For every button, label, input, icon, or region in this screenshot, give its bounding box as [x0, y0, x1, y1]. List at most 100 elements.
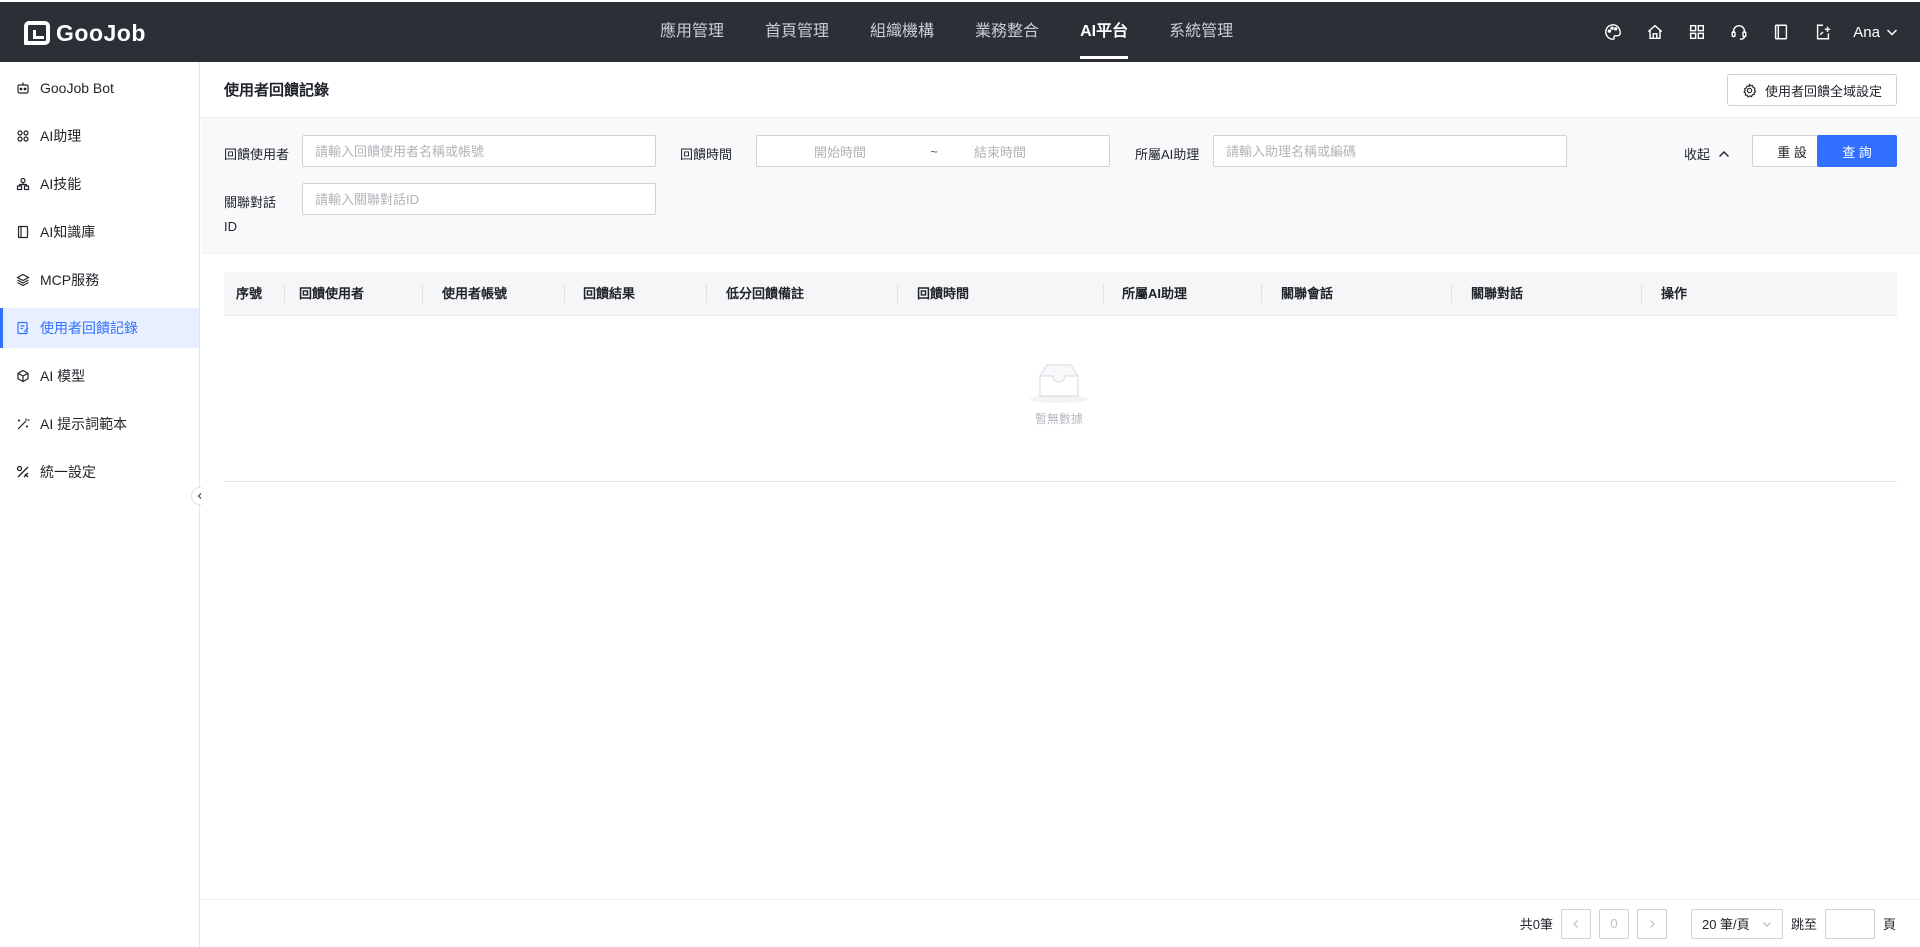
- column-divider: [1261, 285, 1262, 303]
- wand-icon: [16, 417, 30, 431]
- next-page-button[interactable]: [1636, 908, 1667, 939]
- chevron-right-icon: [1650, 919, 1655, 928]
- empty-inbox-icon: [1030, 364, 1088, 403]
- column-divider: [1641, 285, 1642, 303]
- sidebar-item-mcp-service[interactable]: MCP服務: [0, 260, 199, 300]
- global-feedback-settings-button[interactable]: 使用者回饋全域設定: [1726, 74, 1897, 106]
- grid-icon: [16, 129, 30, 143]
- brand-logo-icon: [24, 21, 50, 45]
- collapse-filter-toggle[interactable]: 收起: [1684, 144, 1730, 163]
- apps-grid-icon[interactable]: [1687, 22, 1707, 42]
- column-divider: [1103, 285, 1104, 303]
- sidebar-item-ai-assistant[interactable]: AI助理: [0, 116, 199, 156]
- chevron-down-icon: [1763, 921, 1771, 927]
- sidebar-item-label: AI 提示詞範本: [40, 416, 128, 432]
- column-header-feedback-time: 回饋時間: [917, 286, 970, 301]
- user-menu[interactable]: Ana: [1853, 24, 1898, 41]
- table-header: 序號 回饋使用者 使用者帳號 回饋結果 低分回饋備註 回饋時間 所屬AI助理 關…: [224, 272, 1897, 316]
- feedback-time-label: 回饋時間: [680, 147, 733, 162]
- current-page-number[interactable]: 0: [1598, 908, 1629, 939]
- sidebar-item-label: AI技能: [40, 176, 82, 192]
- column-divider: [284, 285, 285, 303]
- page-title: 使用者回饋記錄: [224, 82, 330, 99]
- robot-icon: [16, 81, 30, 95]
- sidebar-item-label: 統一設定: [40, 464, 96, 480]
- chevron-down-icon: [1886, 29, 1898, 36]
- nav-item-system-management[interactable]: 系統管理: [1169, 2, 1233, 62]
- sidebar-item-label: AI助理: [40, 128, 82, 144]
- main-content: 使用者回饋記錄 使用者回饋全域設定 回饋使用者 回饋時間 開始時間 ~ 結束時間…: [201, 62, 1920, 947]
- sidebar-item-label: MCP服務: [40, 272, 100, 288]
- search-button[interactable]: 查 詢: [1817, 135, 1897, 167]
- feedback-table: 序號 回饋使用者 使用者帳號 回饋結果 低分回饋備註 回饋時間 所屬AI助理 關…: [224, 272, 1897, 482]
- prev-page-button[interactable]: [1560, 908, 1591, 939]
- start-time-placeholder: 開始時間: [814, 144, 867, 160]
- empty-state-text: 暫無數據: [1034, 412, 1083, 426]
- nav-item-ai-platform[interactable]: AI平台: [1080, 2, 1129, 62]
- support-headset-icon[interactable]: [1729, 22, 1749, 42]
- book-icon[interactable]: [1771, 22, 1791, 42]
- sidebar-item-unified-settings[interactable]: 統一設定: [0, 452, 199, 492]
- column-header-index: 序號: [236, 286, 263, 301]
- sidebar-item-ai-model[interactable]: AI 模型: [0, 356, 199, 396]
- conversation-id-label: 關聯對話: [224, 195, 277, 210]
- chevron-left-icon: [1573, 919, 1578, 928]
- filter-panel: 回饋使用者 回饋時間 開始時間 ~ 結束時間 所屬AI助理 收起 重 設 查 詢…: [201, 118, 1920, 254]
- collapse-filter-label: 收起: [1683, 147, 1710, 162]
- sidebar-item-ai-knowledge-base[interactable]: AI知識庫: [0, 212, 199, 252]
- page-size-value: 20 筆/頁: [1701, 917, 1750, 932]
- nav-item-home-management[interactable]: 首頁管理: [765, 2, 829, 62]
- end-time-placeholder: 結束時間: [974, 144, 1027, 160]
- nav-item-business-integration[interactable]: 業務整合: [975, 2, 1039, 62]
- feedback-icon: [16, 321, 30, 335]
- column-header-feedback-user: 回饋使用者: [299, 286, 365, 301]
- column-divider: [564, 285, 565, 303]
- column-divider: [1451, 285, 1452, 303]
- sidebar-item-ai-prompt-templates[interactable]: AI 提示詞範本: [0, 404, 199, 444]
- page-suffix-label: 頁: [1882, 917, 1896, 932]
- page-size-select[interactable]: 20 筆/頁: [1690, 908, 1783, 939]
- conversation-id-label-suffix: ID: [224, 219, 237, 234]
- jump-to-label: 跳至: [1790, 917, 1817, 932]
- top-toolbar: Ana: [1581, 2, 1898, 62]
- page-header: 使用者回饋記錄 使用者回饋全域設定: [201, 62, 1920, 118]
- brand-name: GooJob: [56, 19, 146, 46]
- nav-item-app-management[interactable]: 應用管理: [660, 2, 724, 62]
- column-header-actions: 操作: [1661, 286, 1688, 301]
- export-icon[interactable]: [1813, 22, 1833, 42]
- nav-item-organization[interactable]: 組織機構: [870, 2, 934, 62]
- column-divider: [897, 285, 898, 303]
- skill-icon: [16, 177, 30, 191]
- column-header-related-session: 關聯會話: [1281, 286, 1334, 301]
- column-header-assistant: 所屬AI助理: [1122, 286, 1188, 301]
- column-divider: [422, 285, 423, 303]
- sidebar-item-label: AI知識庫: [40, 224, 96, 240]
- assistant-input[interactable]: [1213, 135, 1567, 167]
- table-body: 暫無數據: [224, 316, 1897, 482]
- book-icon: [16, 225, 30, 239]
- chevron-up-icon: [1719, 150, 1729, 157]
- palette-icon[interactable]: [1603, 22, 1623, 42]
- pagination: 共0筆 0 20 筆/頁 跳至 頁: [201, 899, 1920, 947]
- sidebar: GooJob Bot AI助理 AI技能 AI知識庫 MCP服務 使用者回饋記錄…: [0, 62, 200, 947]
- brand-logo[interactable]: GooJob: [24, 18, 146, 48]
- global-feedback-settings-label: 使用者回饋全域設定: [1764, 83, 1882, 99]
- assistant-label: 所屬AI助理: [1135, 147, 1200, 162]
- column-header-related-conversation: 關聯對話: [1471, 286, 1524, 301]
- cube-icon: [16, 369, 30, 383]
- sidebar-item-ai-skills[interactable]: AI技能: [0, 164, 199, 204]
- jump-to-page-input[interactable]: [1824, 908, 1875, 939]
- sidebar-item-goojob-bot[interactable]: GooJob Bot: [0, 68, 199, 108]
- range-separator: ~: [930, 143, 938, 159]
- sidebar-item-user-feedback[interactable]: 使用者回饋記錄: [0, 308, 199, 348]
- feedback-user-input[interactable]: [302, 135, 656, 167]
- home-icon[interactable]: [1645, 22, 1665, 42]
- column-divider: [706, 285, 707, 303]
- feedback-time-range-picker[interactable]: 開始時間 ~ 結束時間: [756, 135, 1110, 167]
- empty-state: 暫無數據: [1024, 362, 1094, 427]
- column-header-user-account: 使用者帳號: [442, 286, 508, 301]
- conversation-id-input[interactable]: [302, 183, 656, 215]
- sidebar-item-label: AI 模型: [40, 368, 86, 384]
- feedback-user-label: 回饋使用者: [224, 147, 290, 162]
- column-header-low-score-note: 低分回饋備註: [726, 286, 805, 301]
